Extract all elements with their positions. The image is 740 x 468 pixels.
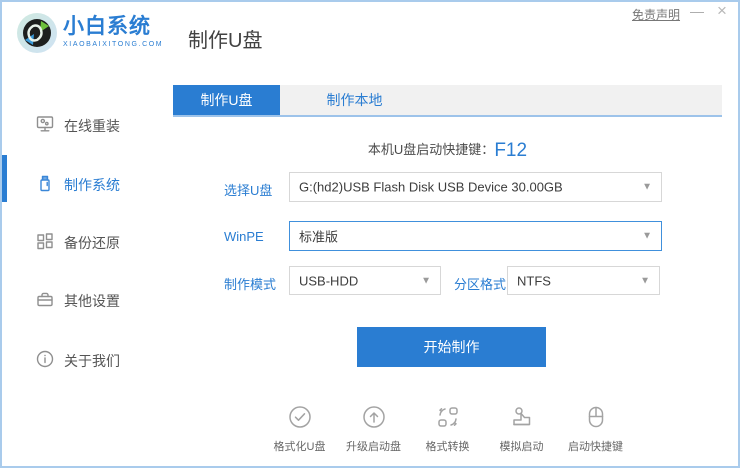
tab-make-usb[interactable]: 制作U盘 xyxy=(173,85,280,115)
logo-text: 小白系统 XIAOBAIXITONG.COM xyxy=(63,15,163,48)
tool-boot-hotkey[interactable]: 启动快捷键 xyxy=(559,404,633,454)
arrow-up-circle-icon xyxy=(361,404,387,430)
tool-format-usb[interactable]: 格式化U盘 xyxy=(263,404,337,454)
partition-select[interactable]: NTFS ▼ xyxy=(507,266,660,295)
usb-select-value: G:(hd2)USB Flash Disk USB Device 30.00GB xyxy=(299,179,563,195)
winpe-select-value: 标准版 xyxy=(299,229,339,245)
minimize-button[interactable]: — xyxy=(688,3,706,21)
tool-label: 升级启动盘 xyxy=(346,441,401,453)
sidebar-item-label: 备份还原 xyxy=(64,235,120,251)
grid-icon xyxy=(35,231,55,251)
mode-select-label: 制作模式 xyxy=(224,277,277,292)
sidebar-item-label: 关于我们 xyxy=(64,353,120,369)
close-button[interactable]: × xyxy=(712,2,732,21)
boot-hotkey-value: F12 xyxy=(494,140,528,161)
briefcase-icon xyxy=(35,289,55,309)
sidebar-item-online-reinstall[interactable]: 在线重装 xyxy=(2,113,173,137)
boot-hotkey-label: 本机U盘启动快捷键： xyxy=(367,142,495,157)
usb-select[interactable]: G:(hd2)USB Flash Disk USB Device 30.00GB… xyxy=(289,172,662,202)
check-circle-icon xyxy=(287,404,313,430)
sidebar-item-backup-restore[interactable]: 备份还原 xyxy=(2,230,173,254)
tab-strip: 制作U盘 制作本地 xyxy=(173,85,722,117)
page-title: 制作U盘 xyxy=(188,30,263,52)
app-window: 免责声明 — × 小白系统 XIAOBAIXITONG.COM 制作U盘 在线重… xyxy=(0,0,740,468)
chevron-down-icon: ▼ xyxy=(642,230,652,242)
monitor-icon xyxy=(35,114,55,134)
sidebar-item-about-us[interactable]: 关于我们 xyxy=(2,348,173,372)
usb-select-label: 选择U盘 xyxy=(224,183,273,198)
sidebar-item-label: 在线重装 xyxy=(64,118,120,134)
boot-hotkey-line: 本机U盘启动快捷键：F12 xyxy=(173,139,722,162)
logo-title: 小白系统 xyxy=(63,15,151,38)
sidebar-item-other-settings[interactable]: 其他设置 xyxy=(2,288,173,312)
tool-simulate-boot[interactable]: 模拟启动 xyxy=(485,404,559,454)
start-make-button[interactable]: 开始制作 xyxy=(357,327,546,367)
app-logo-icon xyxy=(15,11,59,55)
partition-select-value: NTFS xyxy=(517,273,551,288)
mouse-icon xyxy=(583,404,609,430)
tool-format-convert[interactable]: 格式转换 xyxy=(411,404,485,454)
usb-icon xyxy=(35,173,55,193)
chevron-down-icon: ▼ xyxy=(421,275,431,286)
tool-label: 模拟启动 xyxy=(499,441,544,453)
partition-select-label: 分区格式 xyxy=(454,277,507,292)
tool-label: 格式转换 xyxy=(425,441,470,453)
tool-label: 启动快捷键 xyxy=(568,441,623,453)
sidebar-item-make-system[interactable]: 制作系统 xyxy=(2,172,173,196)
tab-make-local[interactable]: 制作本地 xyxy=(284,85,424,115)
sidebar-item-label: 制作系统 xyxy=(64,177,120,193)
sidebar-item-label: 其他设置 xyxy=(64,293,120,309)
tools-row: 格式化U盘 升级启动盘 格式转换 模拟启动 启动快捷键 xyxy=(173,404,722,454)
chevron-down-icon: ▼ xyxy=(642,181,652,193)
winpe-select-label: WinPE xyxy=(224,229,264,244)
logo-subtitle: XIAOBAIXITONG.COM xyxy=(63,41,164,48)
convert-icon xyxy=(435,404,461,430)
winpe-select[interactable]: 标准版 ▼ xyxy=(289,221,662,251)
disclaimer-link[interactable]: 免责声明 xyxy=(632,6,680,23)
mode-select[interactable]: USB-HDD ▼ xyxy=(289,266,441,295)
tool-label: 格式化U盘 xyxy=(273,441,326,453)
mode-select-value: USB-HDD xyxy=(299,273,359,288)
stamp-icon xyxy=(509,404,535,430)
info-icon xyxy=(35,349,55,369)
tool-upgrade-boot-disk[interactable]: 升级启动盘 xyxy=(337,404,411,454)
chevron-down-icon: ▼ xyxy=(640,275,650,286)
